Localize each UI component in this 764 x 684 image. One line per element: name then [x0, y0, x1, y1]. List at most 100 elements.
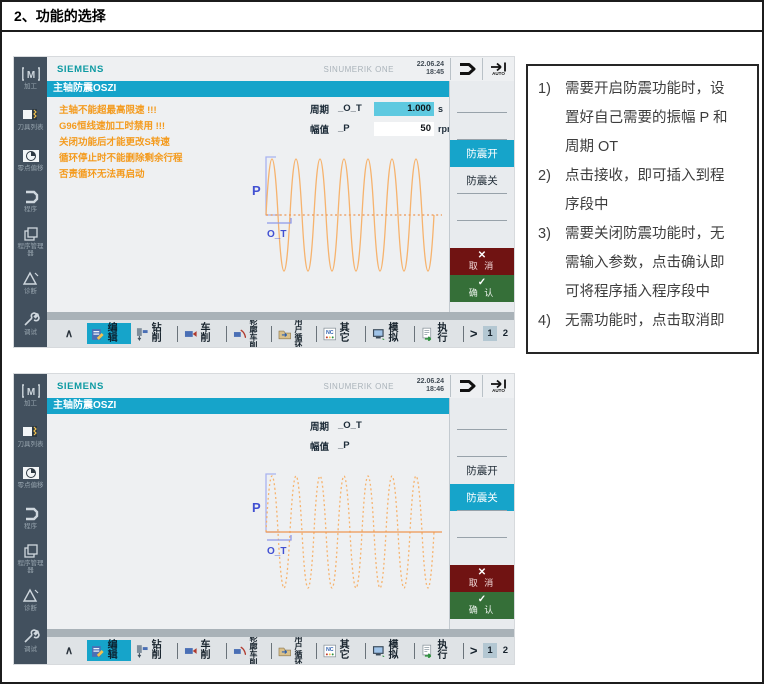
zero-offset-icon: [21, 465, 41, 481]
toolbar-tab-user-cycles[interactable]: 用户 循环: [274, 637, 314, 664]
drilling-icon: [136, 327, 148, 341]
warning-line: G96恒线速加工时禁用 !!!: [59, 121, 166, 132]
toolbar-more-button[interactable]: >: [470, 643, 478, 658]
hmi-header: SIEMENS SINUMERIK ONE 22.06.24 18:45 AUT…: [47, 57, 514, 81]
toolbar-separator: [177, 325, 178, 342]
sidebar-item-machining[interactable]: M 加工: [14, 57, 47, 98]
turning-icon: [184, 330, 197, 337]
execute-icon: [422, 327, 432, 341]
toolbar-tab-user-cycles[interactable]: 用户 循环: [274, 320, 314, 347]
sidebar-item-program[interactable]: 程序: [14, 497, 47, 538]
softkey-vibration-off[interactable]: 防震关: [450, 484, 514, 511]
jog-mode-icon[interactable]: [450, 58, 482, 80]
svg-text:O_T: O_T: [267, 229, 286, 240]
toolbar-page-1[interactable]: 1: [483, 643, 497, 658]
softkey-confirm[interactable]: ✓ 确 认: [450, 592, 514, 619]
document-page: 2、功能的选择 M 加工 刀具列表 零点偏移 程序 程序管理器 诊断 调试 SI…: [0, 0, 764, 684]
softkey-empty-2[interactable]: [450, 430, 514, 457]
toolbar-separator: [462, 325, 464, 342]
period-input[interactable]: 1.000: [374, 101, 434, 116]
collapse-chevron-icon[interactable]: ∧: [65, 644, 73, 657]
amplitude-input[interactable]: 50: [374, 121, 434, 136]
svg-text:P: P: [252, 500, 261, 515]
hmi-sidebar: M 加工 刀具列表 零点偏移 程序 程序管理器 诊断 调试: [14, 374, 47, 664]
program-icon: [21, 506, 41, 522]
sidebar-item-program-manager[interactable]: 程序管理器: [14, 538, 47, 579]
softkey-empty-4[interactable]: [450, 538, 514, 565]
diagnostics-icon: [21, 588, 41, 604]
softkey-vibration-off[interactable]: 防震关: [450, 167, 514, 194]
softkey-empty-3[interactable]: [450, 194, 514, 221]
toolbar-tab-edit[interactable]: 编辑: [87, 323, 132, 344]
toolbar-tab-turning[interactable]: 车削: [180, 323, 224, 344]
cancel-x-icon: ✕: [477, 250, 487, 261]
sidebar-item-tool-list[interactable]: 刀具列表: [14, 98, 47, 139]
hmi-sidebar: M 加工 刀具列表 零点偏移 程序 程序管理器 诊断 调试: [14, 57, 47, 347]
auto-mode-icon[interactable]: AUTO: [482, 58, 514, 80]
sidebar-item-commissioning[interactable]: 调试: [14, 620, 47, 661]
toolbar-tab-execute[interactable]: 执行: [417, 640, 461, 661]
toolbar-tab-simulation[interactable]: 模拟: [368, 323, 412, 344]
softkey-empty-3[interactable]: [450, 511, 514, 538]
user-cycles-icon: [278, 647, 291, 656]
softkey-cancel[interactable]: ✕ 取 消: [450, 565, 514, 592]
sidebar-item-machining[interactable]: M 加工: [14, 374, 47, 415]
jog-mode-icon[interactable]: [450, 375, 482, 397]
sidebar-item-zero-offset[interactable]: 零点偏移: [14, 456, 47, 497]
sidebar-item-zero-offset[interactable]: 零点偏移: [14, 139, 47, 180]
toolbar-tab-other[interactable]: NC 其它: [319, 640, 363, 661]
toolbar-page-1[interactable]: 1: [483, 326, 497, 341]
instruction-item: 2) 点击接收，即可插入到程 序段中: [538, 168, 725, 213]
svg-text:M: M: [26, 70, 34, 81]
softkey-confirm[interactable]: ✓ 确 认: [450, 275, 514, 302]
softkey-cancel[interactable]: ✕ 取 消: [450, 248, 514, 275]
toolbar-separator: [364, 642, 366, 659]
screen-title-bar: 主轴防震OSZI: [47, 398, 449, 414]
edit-icon: [92, 328, 104, 340]
toolbar-tab-turning[interactable]: 车削: [180, 640, 224, 661]
program-manager-icon: [21, 543, 41, 559]
nc-other-icon: NC: [323, 644, 336, 657]
toolbar-tab-contour-turning[interactable]: 轮廓 车削: [229, 320, 269, 347]
siemens-logo: SIEMENS: [57, 64, 104, 75]
sidebar-item-program[interactable]: 程序: [14, 180, 47, 221]
execute-icon: [422, 644, 432, 658]
softkey-empty-2[interactable]: [450, 113, 514, 140]
toolbar-tab-contour-turning[interactable]: 轮廓 车削: [229, 637, 269, 664]
instructions-box: 1) 需要开启防震功能时，设 置好自己需要的振幅 P 和 周期 OT 2) 点击…: [526, 64, 759, 354]
sidebar-item-commissioning[interactable]: 调试: [14, 303, 47, 344]
toolbar-separator: [413, 325, 415, 342]
softkey-vibration-on[interactable]: 防震开: [450, 140, 514, 167]
bottom-toolbar: ∧ 编辑 钻削 车削 轮廓 车削 用户 循环 NC 其它 模拟 执行 > 1 2: [47, 320, 514, 347]
sidebar-item-tool-list[interactable]: 刀具列表: [14, 415, 47, 456]
confirm-check-icon: ✓: [477, 277, 487, 288]
softkey-vibration-on[interactable]: 防震开: [450, 457, 514, 484]
toolbar-tab-simulation[interactable]: 模拟: [368, 640, 412, 661]
commissioning-wrench-icon: [21, 629, 41, 645]
hmi-screenshot-vibration-on: M 加工 刀具列表 零点偏移 程序 程序管理器 诊断 调试 SIEMENS SI…: [14, 57, 514, 347]
sidebar-item-diagnostics[interactable]: 诊断: [14, 262, 47, 303]
zero-offset-icon: [21, 148, 41, 164]
toolbar-tab-drilling[interactable]: 钻削: [131, 640, 175, 661]
softkey-empty-1[interactable]: [450, 403, 514, 430]
toolbar-tab-drilling[interactable]: 钻削: [131, 323, 175, 344]
drilling-icon: [136, 644, 148, 658]
toolbar-tab-edit[interactable]: 编辑: [87, 640, 132, 661]
softkey-empty-4[interactable]: [450, 221, 514, 248]
toolbar-separator: [225, 642, 227, 659]
amplitude-field-row: 幅值 _P: [310, 440, 350, 453]
softkey-column: 防震开 防震关 ✕ 取 消 ✓ 确 认: [449, 398, 514, 629]
toolbar-page-2[interactable]: 2: [499, 643, 512, 658]
sidebar-item-program-manager[interactable]: 程序管理器: [14, 221, 47, 262]
collapse-chevron-icon[interactable]: ∧: [65, 327, 73, 340]
auto-mode-icon[interactable]: AUTO: [482, 375, 514, 397]
toolbar-tab-execute[interactable]: 执行: [417, 323, 461, 344]
svg-text:NC: NC: [326, 647, 334, 653]
toolbar-page-2[interactable]: 2: [499, 326, 512, 341]
softkey-empty-1[interactable]: [450, 86, 514, 113]
sidebar-item-diagnostics[interactable]: 诊断: [14, 579, 47, 620]
toolbar-more-button[interactable]: >: [470, 326, 478, 341]
instruction-item: 1) 需要开启防震功能时，设 置好自己需要的振幅 P 和 周期 OT: [538, 81, 728, 155]
period-field-row: 周期 _O_T: [310, 420, 362, 433]
toolbar-tab-other[interactable]: NC 其它: [319, 323, 363, 344]
